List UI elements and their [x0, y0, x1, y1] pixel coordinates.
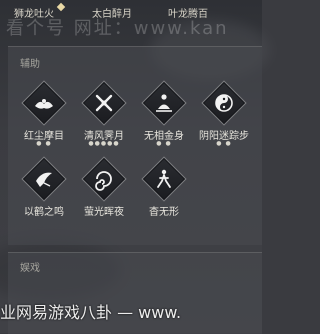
section-title: 娱戏 [20, 263, 40, 274]
skill-icon-frame [141, 80, 187, 126]
skill-slot[interactable]: 阴阳迷踪步 ● ● [192, 80, 256, 163]
skill-name: 萤光晖夜 [84, 207, 124, 218]
crossed-blades-icon [95, 94, 113, 112]
skill-level-dots: ●●●●● [88, 140, 120, 147]
skill-slot[interactable]: 清风霁月 ●●●●● [72, 80, 136, 163]
skill-icon-frame [81, 156, 127, 202]
skill-slot[interactable]: 萤光晖夜 [72, 156, 136, 239]
section-title: 辅助 [20, 59, 40, 70]
skill-slot[interactable]: 红尘摩目 ● ● [12, 80, 76, 163]
skill-icon-frame [21, 80, 67, 126]
footer-watermark: 业网易游戏八卦 — www. [0, 296, 262, 326]
skill-level-dots: ● ● [216, 140, 232, 147]
yin-yang-icon [215, 94, 233, 112]
skill-slot[interactable]: 无相金身 ● ● [132, 80, 196, 163]
meditating-figure-icon [156, 94, 172, 112]
gem-marker-icon [56, 2, 66, 12]
skill-name: 以鹤之鸣 [24, 207, 64, 218]
skill-icon-frame [21, 156, 67, 202]
figure-icon [157, 169, 171, 188]
skill-icon-frame [201, 80, 247, 126]
footer-watermark-text: 业网易游戏八卦 — www. [0, 303, 182, 322]
watermark-text: 看个号 网址：www.kan [6, 18, 229, 39]
skill-icon-frame [141, 156, 187, 202]
skill-level-dots: ● ● [156, 140, 172, 147]
skill-name: 杳无形 [149, 207, 179, 218]
skill-level-dots: ● ● [36, 140, 52, 147]
skill-slot[interactable]: 杳无形 [132, 156, 196, 239]
swirl-icon [95, 171, 112, 191]
lotus-icon [35, 99, 53, 109]
crane-icon [36, 172, 52, 187]
skill-slot[interactable]: 以鹤之鸣 [12, 156, 76, 239]
skill-icon-frame [81, 80, 127, 126]
support-skills-panel: 辅助 红尘摩目 ● ● 清风霁月 ●●●●● 无相金身 ● ● 阴阳迷踪步 ● … [8, 46, 262, 245]
top-skill-row: 狮龙吐火 太白醉月 叶龙腾百 看个号 网址：www.kan [0, 0, 262, 48]
